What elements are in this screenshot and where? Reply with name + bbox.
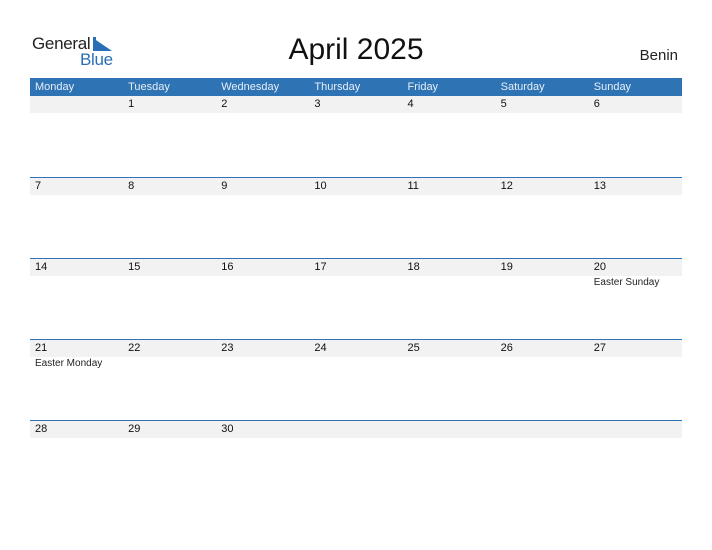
weekday-friday: Friday (407, 81, 439, 93)
day-number: 14 (35, 261, 48, 273)
day-number: 10 (314, 180, 327, 192)
weekday-thursday: Thursday (314, 81, 361, 93)
day-number: 9 (221, 180, 228, 192)
week-row: 21 Easter Monday 22 23 24 25 26 27 (30, 339, 682, 420)
day-cell: 13 (589, 178, 682, 195)
day-number: 20 (593, 261, 606, 273)
day-number: 24 (314, 342, 327, 354)
day-cell: 5 (496, 96, 589, 113)
day-cell: 21 Easter Monday (30, 340, 123, 369)
day-cell: 2 (216, 96, 309, 113)
day-number: 13 (593, 180, 606, 192)
day-number: 29 (128, 423, 141, 435)
day-number-strip: 21 Easter Monday 22 23 24 25 26 27 (30, 340, 682, 369)
week-row: 28 29 30 (30, 420, 682, 501)
day-cell: 28 (30, 421, 123, 438)
holiday-label: Easter Sunday (593, 277, 660, 288)
day-number: 3 (314, 98, 321, 110)
day-cell (496, 421, 589, 438)
day-cell: 14 (30, 259, 123, 276)
day-number-strip: 1 2 3 4 5 6 (30, 96, 682, 113)
day-cell: 29 (123, 421, 216, 438)
day-number-strip: 7 8 9 10 11 12 13 (30, 178, 682, 195)
day-number: 12 (500, 180, 513, 192)
day-number: 28 (35, 423, 48, 435)
calendar-title: April 2025 (288, 33, 424, 66)
day-cell: 17 (309, 259, 402, 276)
day-cell: 23 (216, 340, 309, 357)
weeks-container: 1 2 3 4 5 6 7 8 9 10 11 12 13 14 15 16 17 18 19 20 Easter Su… (30, 96, 682, 501)
day-number: 16 (221, 261, 234, 273)
day-number-strip: 14 15 16 17 18 19 20 Easter Sunday (30, 259, 682, 288)
holiday-label: Easter Monday (35, 358, 103, 369)
day-cell: 25 (403, 340, 496, 357)
week-row: 1 2 3 4 5 6 (30, 96, 682, 177)
weekday-header: Monday Tuesday Wednesday Thursday Friday… (30, 78, 682, 96)
day-number: 4 (407, 98, 414, 110)
day-cell: 12 (496, 178, 589, 195)
day-cell: 26 (496, 340, 589, 357)
week-row: 7 8 9 10 11 12 13 (30, 177, 682, 258)
day-cell: 19 (496, 259, 589, 276)
day-cell: 10 (309, 178, 402, 195)
day-cell: 15 (123, 259, 216, 276)
day-number: 17 (314, 261, 327, 273)
day-cell: 22 (123, 340, 216, 357)
weekday-tuesday: Tuesday (128, 81, 170, 93)
country-label: Benin (639, 47, 678, 64)
day-cell: 24 (309, 340, 402, 357)
day-cell: 30 (216, 421, 309, 438)
day-cell: 1 (123, 96, 216, 113)
weekday-saturday: Saturday (500, 81, 545, 93)
weekday-wednesday: Wednesday (221, 81, 280, 93)
day-number: 15 (128, 261, 141, 273)
day-number: 27 (593, 342, 606, 354)
day-number: 7 (35, 180, 42, 192)
day-cell (589, 421, 682, 438)
day-number: 19 (500, 261, 513, 273)
day-cell: 11 (403, 178, 496, 195)
day-number: 23 (221, 342, 234, 354)
day-number: 11 (407, 180, 419, 192)
day-cell: 4 (403, 96, 496, 113)
day-number: 8 (128, 180, 135, 192)
day-cell: 20 Easter Sunday (589, 259, 682, 288)
day-cell (403, 421, 496, 438)
day-number: 25 (407, 342, 420, 354)
day-number: 2 (221, 98, 228, 110)
day-cell: 18 (403, 259, 496, 276)
day-cell: 8 (123, 178, 216, 195)
day-number: 1 (128, 98, 135, 110)
day-number: 22 (128, 342, 141, 354)
day-cell: 9 (216, 178, 309, 195)
weekday-monday: Monday (35, 81, 75, 93)
day-number: 6 (593, 98, 600, 110)
day-number: 30 (221, 423, 234, 435)
day-cell (309, 421, 402, 438)
day-cell: 3 (309, 96, 402, 113)
day-cell (30, 96, 123, 113)
day-number-strip: 28 29 30 (30, 421, 682, 438)
day-cell: 7 (30, 178, 123, 195)
day-number: 26 (500, 342, 513, 354)
weekday-sunday: Sunday (593, 81, 632, 93)
week-row: 14 15 16 17 18 19 20 Easter Sunday (30, 258, 682, 339)
day-number: 18 (407, 261, 420, 273)
day-cell: 27 (589, 340, 682, 357)
day-number: 5 (500, 98, 507, 110)
calendar-grid: Monday Tuesday Wednesday Thursday Friday… (30, 78, 682, 501)
day-number: 21 (35, 342, 48, 354)
day-cell: 16 (216, 259, 309, 276)
day-cell: 6 (589, 96, 682, 113)
